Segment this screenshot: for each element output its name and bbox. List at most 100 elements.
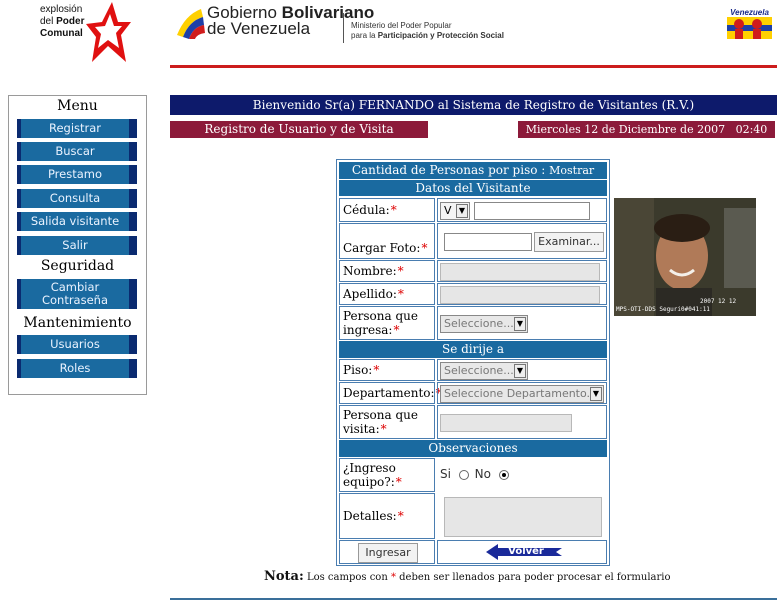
- persona-ingresa-l2: ingresa:: [343, 323, 393, 337]
- registration-title: Registro de Usuario y de Visita: [170, 121, 428, 138]
- submit-cell: Ingresar: [339, 540, 435, 564]
- ingreso-equipo-field: Si No: [437, 458, 607, 492]
- ministry-line2a: para la: [351, 31, 378, 40]
- nombre-field: [437, 260, 607, 282]
- observations-section-title: Observaciones: [339, 440, 607, 457]
- nombre-label: Nombre: *: [339, 260, 435, 282]
- persona-ingresa-field: Seleccione... ▼: [437, 306, 607, 340]
- required-mark: *: [397, 264, 404, 278]
- ingreso-equipo-label: ¿Ingreso equipo?:*: [339, 458, 435, 492]
- ministry-title: Ministerio del Poder Popular para la Par…: [351, 21, 504, 41]
- photo-label-text: Cargar Foto:: [343, 241, 421, 255]
- detalles-field: [437, 493, 607, 539]
- piso-select[interactable]: Seleccione... ▼: [440, 362, 528, 380]
- chevron-down-icon: ▼: [514, 317, 526, 331]
- count-title-text: Cantidad de Personas por piso :: [351, 163, 550, 177]
- menu-title: Menu: [57, 98, 98, 114]
- photo-path-input[interactable]: [444, 233, 532, 251]
- departamento-select[interactable]: Seleccione Departamento... ▼: [440, 385, 604, 403]
- brand-line-2: del Poder: [40, 16, 84, 28]
- departamento-label-text: Departamento:: [343, 386, 435, 400]
- mostrar-link[interactable]: Mostrar: [549, 164, 594, 177]
- ministry-line2b: Participación y Protección Social: [377, 31, 504, 40]
- persona-ingresa-label: Persona que ingresa:*: [339, 306, 435, 340]
- menu-item-consulta[interactable]: Consulta: [17, 189, 137, 208]
- piso-label-text: Piso:: [343, 363, 373, 377]
- menu-item-registrar[interactable]: Registrar: [17, 119, 137, 138]
- apellido-label-text: Apellido:: [343, 287, 397, 301]
- visitor-photo: 2007 12 12 MPS-OTI-DDS Seguri0#041:11: [614, 198, 780, 316]
- maintenance-title: Mantenimiento: [23, 315, 132, 331]
- menu-item-salida-visitante[interactable]: Salida visitante: [17, 212, 137, 231]
- required-mark: *: [397, 509, 404, 523]
- ingreso-l1: ¿Ingreso: [343, 461, 396, 475]
- required-mark: *: [373, 363, 380, 377]
- brand-line-3: Comunal: [40, 28, 84, 40]
- menu-item-salir[interactable]: Salir: [17, 236, 137, 255]
- radio-no-dot-icon: [501, 472, 506, 477]
- gov-title: Gobierno Bolivariano de Venezuela: [207, 4, 374, 38]
- ingreso-radio-group: Si No: [440, 467, 511, 481]
- persona-visita-l2: visita:: [343, 422, 380, 436]
- piso-label: Piso: *: [339, 359, 435, 381]
- menu-item-roles[interactable]: Roles: [17, 359, 137, 378]
- apellido-field: [437, 283, 607, 305]
- brand-line-3-text: Comunal: [40, 28, 83, 39]
- visitor-form: Cantidad de Personas por piso : Mostrar …: [336, 159, 610, 566]
- browse-button[interactable]: Examinar...: [534, 232, 604, 252]
- ministry-line1: Ministerio del Poder Popular: [351, 21, 452, 30]
- detalles-label: Detalles: *: [339, 493, 435, 539]
- detalles-textarea[interactable]: [444, 497, 602, 537]
- required-mark: *: [397, 287, 404, 301]
- ingreso-l2: equipo?:: [343, 475, 395, 489]
- persona-ingresa-select[interactable]: Seleccione... ▼: [440, 315, 528, 333]
- persona-visita-input[interactable]: [440, 414, 572, 432]
- persona-visita-field: [437, 405, 607, 439]
- radio-no-label: No: [474, 467, 491, 481]
- back-cell: Volver: [437, 540, 607, 564]
- photo-field: Examinar...: [437, 223, 607, 259]
- menu-item-buscar[interactable]: Buscar: [17, 142, 137, 161]
- chevron-down-icon: ▼: [514, 364, 526, 378]
- persona-visita-l1: Persona que: [343, 408, 418, 422]
- volver-button[interactable]: Volver: [486, 544, 562, 560]
- cedula-type-select[interactable]: V ▼: [440, 202, 470, 220]
- radio-si[interactable]: [458, 469, 469, 480]
- apellido-input[interactable]: [440, 286, 600, 304]
- cedula-label-text: Cédula:: [343, 203, 390, 217]
- detalles-label-text: Detalles:: [343, 509, 397, 523]
- required-mark: *: [421, 241, 428, 255]
- nombre-input[interactable]: [440, 263, 600, 281]
- ingresar-button[interactable]: Ingresar: [358, 543, 418, 563]
- radio-no[interactable]: [498, 469, 509, 480]
- cedula-label: Cédula: *: [339, 198, 435, 222]
- note-label: Nota:: [264, 569, 304, 584]
- persona-ingresa-label-text: Persona que ingresa:*: [343, 309, 418, 337]
- visitor-section-title: Datos del Visitante: [339, 180, 607, 196]
- required-note: Nota: Los campos con * deben ser llenado…: [264, 569, 764, 584]
- venezuela-figures-icon: [727, 17, 772, 39]
- menu-item-cambiar-contrasena[interactable]: Cambiar Contraseña: [17, 279, 137, 309]
- gov-title-line2: de Venezuela: [207, 19, 311, 38]
- webcam-photo-image: [614, 198, 756, 316]
- left-menu: Menu Registrar Buscar Prestamo Consulta …: [8, 95, 147, 395]
- brand-line-1: explosión: [40, 4, 83, 15]
- header-red-line: [170, 65, 777, 68]
- date-text: Miercoles 12 de Diciembre de 2007: [525, 123, 726, 136]
- menu-item-prestamo[interactable]: Prestamo: [17, 165, 137, 184]
- menu-item-usuarios[interactable]: Usuarios: [17, 335, 137, 354]
- piso-field: Seleccione... ▼: [437, 359, 607, 381]
- departamento-value: Seleccione Departamento...: [444, 387, 598, 400]
- cedula-type-value: V: [444, 204, 452, 217]
- required-mark: *: [395, 475, 402, 489]
- note-text-b: deben ser llenados para poder procesar e…: [395, 572, 671, 583]
- venezuela-logo-text: Venezuela: [730, 8, 769, 17]
- chevron-down-icon: ▼: [590, 387, 602, 401]
- radio-si-label: Si: [440, 467, 451, 481]
- required-mark: *: [393, 323, 400, 337]
- nombre-label-text: Nombre:: [343, 264, 397, 278]
- required-mark: *: [380, 422, 387, 436]
- photo-label: Cargar Foto: *: [339, 223, 435, 259]
- persona-ingresa-l1: Persona que: [343, 309, 418, 323]
- cedula-input[interactable]: [474, 202, 590, 220]
